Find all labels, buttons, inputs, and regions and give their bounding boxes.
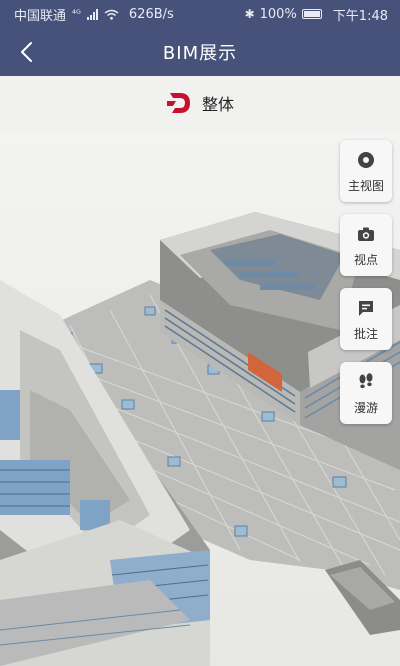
brand-logo — [166, 93, 190, 113]
roam-button[interactable]: 漫游 — [340, 362, 392, 424]
tool-label: 批注 — [353, 326, 378, 341]
nav-bar: BIM展示 — [0, 28, 400, 76]
battery-icon — [301, 9, 322, 19]
sub-header: 整体 — [0, 76, 400, 130]
tool-label: 主视图 — [347, 178, 384, 193]
tool-panel: 主视图 视点 批注 漫游 — [340, 140, 392, 424]
back-button[interactable] — [8, 34, 44, 70]
model-title: 整体 — [201, 95, 234, 114]
status-left: 中国联通 ⁴ᴳ 626B/s — [14, 5, 174, 24]
network-speed: 626B/s — [128, 6, 174, 22]
battery-percent: 100% — [259, 6, 297, 22]
network-marker: ⁴ᴳ — [72, 8, 81, 20]
bluetooth-icon: ✱ — [244, 7, 255, 21]
wifi-icon — [104, 9, 119, 20]
carrier-label: 中国联通 — [14, 8, 67, 24]
signal-icon — [86, 8, 98, 20]
clock-time: 下午1:48 — [332, 8, 388, 24]
tool-label: 漫游 — [353, 400, 378, 415]
status-bar: 中国联通 ⁴ᴳ 626B/s ✱ 100% 下午1:48 — [0, 0, 400, 28]
camera-icon — [355, 223, 377, 245]
comment-icon — [355, 297, 377, 319]
footprints-icon — [355, 371, 377, 393]
chevron-left-icon — [21, 42, 32, 62]
viewpoint-button[interactable]: 视点 — [340, 214, 392, 276]
tool-label: 视点 — [353, 252, 378, 267]
bim-model-viewport[interactable]: 主视图 视点 批注 漫游 — [0, 130, 400, 666]
status-right: ✱ 100% 下午1:48 — [245, 5, 388, 24]
main-view-button[interactable]: 主视图 — [340, 140, 392, 202]
disc-icon — [355, 149, 377, 171]
annotation-button[interactable]: 批注 — [340, 288, 392, 350]
page-title: BIM展示 — [162, 43, 238, 64]
